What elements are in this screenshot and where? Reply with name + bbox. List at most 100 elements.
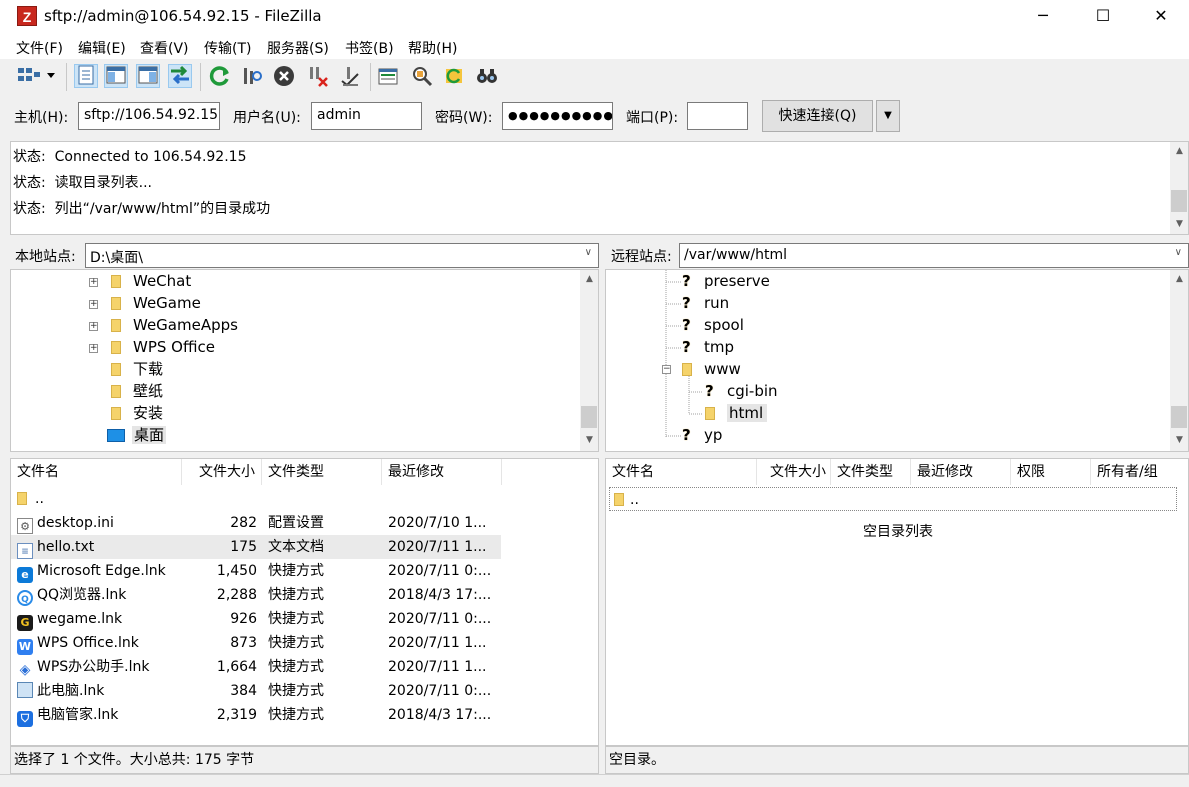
minimize-button[interactable]: ─ (1020, 0, 1066, 32)
scroll-up-arrow-icon[interactable]: ▲ (1171, 143, 1188, 160)
local-path-input[interactable]: D:\桌面\ ∨ (85, 243, 599, 268)
file-type: 快捷方式 (268, 587, 324, 603)
port-label: 端口(P): (626, 110, 679, 126)
tree-node[interactable]: WeGameApps (111, 314, 238, 336)
column-header-filesize[interactable]: 文件大小 (757, 459, 831, 485)
tree-node[interactable]: WeChat (111, 270, 191, 292)
tree-node-selected[interactable]: html (705, 402, 768, 424)
refresh-icon[interactable] (208, 64, 232, 88)
menu-bookmarks[interactable]: 书签(B) (345, 38, 394, 58)
tree-node-label: WeChat (133, 272, 192, 290)
tree-node-selected[interactable]: 桌面 (107, 424, 167, 446)
remote-tree-scroll-thumb[interactable] (1171, 406, 1187, 428)
desktop-icon (107, 429, 125, 442)
chevron-down-icon[interactable]: ∨ (1175, 247, 1182, 258)
chevron-down-icon[interactable]: ∨ (585, 247, 592, 258)
maximize-button[interactable]: ☐ (1080, 0, 1126, 32)
disconnect-icon[interactable] (306, 64, 330, 88)
cancel-icon[interactable] (272, 64, 296, 88)
log-status-label: 状态: (13, 149, 46, 165)
toggle-local-tree-icon[interactable] (104, 64, 128, 88)
quickconnect-button[interactable]: 快速连接(Q) (762, 100, 873, 132)
toggle-log-icon[interactable] (74, 64, 98, 88)
tree-node[interactable]: ? cgi-bin (705, 380, 778, 402)
table-row[interactable]: .. (609, 487, 1177, 511)
menu-transfer[interactable]: 传输(T) (204, 38, 251, 58)
table-row[interactable]: W WPS Office.lnk 873 快捷方式 2020/7/11 1... (11, 631, 501, 655)
log-scroll-thumb[interactable] (1171, 190, 1187, 212)
tree-expand-icon[interactable]: + (89, 278, 98, 287)
scroll-down-arrow-icon[interactable]: ▼ (581, 432, 598, 449)
table-row[interactable]: Q QQ浏览器.lnk 2,288 快捷方式 2018/4/3 17:... (11, 583, 501, 607)
tree-node[interactable]: ? run (682, 292, 729, 314)
tree-node[interactable]: 壁纸 (111, 380, 163, 402)
table-row[interactable]: 此电脑.lnk 384 快捷方式 2020/7/11 0:... (11, 679, 501, 703)
process-queue-icon[interactable] (240, 64, 264, 88)
close-button[interactable]: ✕ (1138, 0, 1184, 32)
tree-node[interactable]: ? yp (682, 424, 722, 446)
tree-collapse-icon[interactable]: − (662, 365, 671, 374)
wps-assistant-icon: ◈ (19, 662, 31, 678)
tree-node[interactable]: 下载 (111, 358, 163, 380)
tree-node[interactable]: WPS Office (111, 336, 215, 358)
search-icon[interactable] (474, 64, 498, 88)
menu-view[interactable]: 查看(V) (140, 38, 189, 58)
username-label: 用户名(U): (233, 110, 301, 126)
column-header-filesize[interactable]: 文件大小 (182, 459, 262, 485)
tree-node[interactable]: ? preserve (682, 270, 770, 292)
tree-expand-icon[interactable]: + (89, 344, 98, 353)
menu-edit[interactable]: 编辑(E) (78, 38, 126, 58)
table-row[interactable]: ⚙ desktop.ini 282 配置设置 2020/7/10 1... (11, 511, 501, 535)
column-header-filetype[interactable]: 文件类型 (262, 459, 382, 485)
tree-node[interactable]: www (682, 358, 741, 380)
file-name: Microsoft Edge.lnk (37, 563, 166, 579)
table-row[interactable]: ◈ WPS办公助手.lnk 1,664 快捷方式 2020/7/11 1... (11, 655, 501, 679)
menu-help[interactable]: 帮助(H) (408, 38, 457, 58)
local-tree-scroll-thumb[interactable] (581, 406, 597, 428)
filezilla-logo-icon: Z (17, 6, 37, 26)
unknown-folder-icon: ? (705, 382, 714, 400)
column-header-owner[interactable]: 所有者/组 (1091, 459, 1188, 485)
tree-expand-icon[interactable]: + (89, 322, 98, 331)
table-row-selected[interactable]: ≡ hello.txt 175 文本文档 2020/7/11 1... (11, 535, 501, 559)
remote-path-input[interactable]: /var/www/html ∨ (679, 243, 1189, 268)
scroll-up-arrow-icon[interactable]: ▲ (1171, 271, 1188, 288)
column-header-permissions[interactable]: 权限 (1011, 459, 1091, 485)
scroll-down-arrow-icon[interactable]: ▼ (1171, 216, 1188, 233)
table-row[interactable]: ⛉ 电脑管家.lnk 2,319 快捷方式 2018/4/3 17:... (11, 703, 501, 727)
menu-file[interactable]: 文件(F) (16, 38, 63, 58)
password-input[interactable]: ●●●●●●●●●● (502, 102, 613, 130)
host-input[interactable]: sftp://106.54.92.15 (78, 102, 220, 130)
reconnect-icon[interactable] (338, 64, 362, 88)
scroll-up-arrow-icon[interactable]: ▲ (581, 271, 598, 288)
tree-node[interactable]: 安装 (111, 402, 163, 424)
filter-icon[interactable] (376, 64, 400, 88)
column-header-filetype[interactable]: 文件类型 (831, 459, 911, 485)
table-row[interactable]: Gwegame.lnk 926 快捷方式 2020/7/11 0:... (11, 607, 501, 631)
toggle-remote-tree-icon[interactable] (136, 64, 160, 88)
scroll-down-arrow-icon[interactable]: ▼ (1171, 432, 1188, 449)
settings-file-icon: ⚙ (17, 518, 33, 534)
file-name: WPS Office.lnk (37, 635, 139, 651)
site-manager-icon[interactable] (14, 64, 58, 88)
port-input[interactable] (687, 102, 748, 130)
folder-icon (111, 341, 121, 354)
tree-node-label: WeGameApps (133, 316, 238, 334)
tree-expand-icon[interactable]: + (89, 300, 98, 309)
column-header-modified[interactable]: 最近修改 (911, 459, 1011, 485)
remote-status-bar: 空目录。 (605, 746, 1189, 774)
folder-icon (17, 492, 27, 505)
column-header-modified[interactable]: 最近修改 (382, 459, 502, 485)
username-input[interactable]: admin (311, 102, 422, 130)
log-text: Connected to 106.54.92.15 (54, 149, 247, 165)
compare-icon[interactable] (410, 64, 434, 88)
tree-node[interactable]: WeGame (111, 292, 201, 314)
tree-node[interactable]: ? spool (682, 314, 744, 336)
quickconnect-dropdown-button[interactable]: ▼ (876, 100, 900, 132)
sync-browse-icon[interactable] (442, 64, 466, 88)
tree-node[interactable]: ? tmp (682, 336, 734, 358)
table-row[interactable]: .. (11, 487, 501, 511)
toggle-queue-icon[interactable] (168, 64, 192, 88)
table-row[interactable]: e Microsoft Edge.lnk 1,450 快捷方式 2020/7/11… (11, 559, 501, 583)
menu-server[interactable]: 服务器(S) (267, 38, 329, 58)
